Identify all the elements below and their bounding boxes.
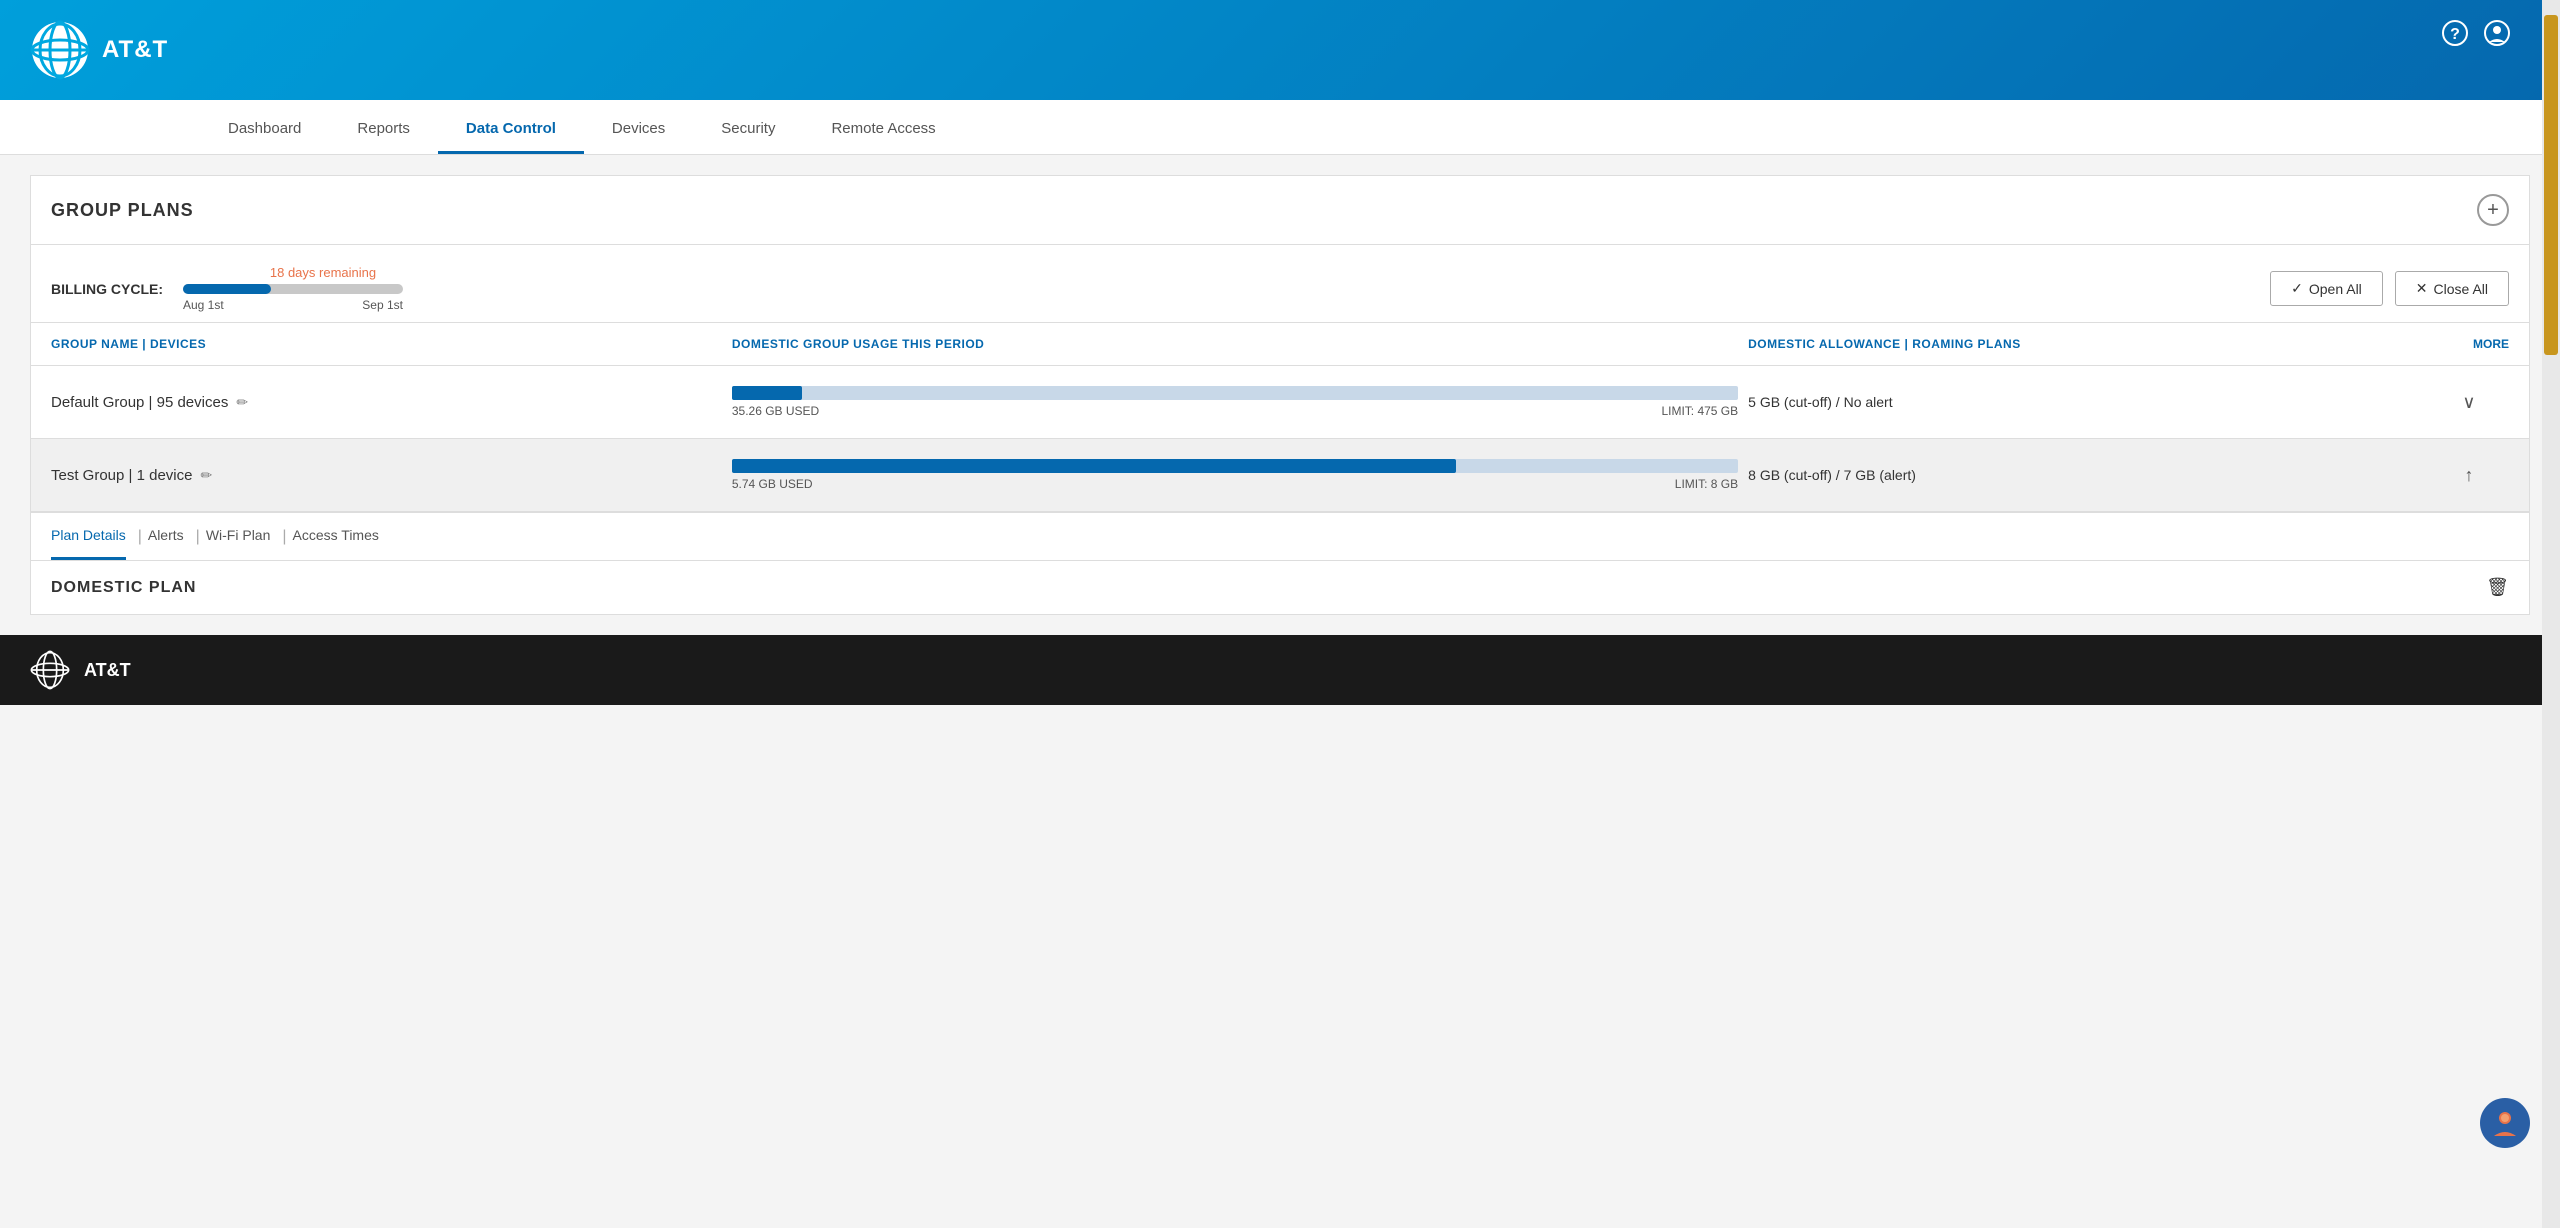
default-group-name: Default Group | 95 devices ✏ (51, 394, 722, 411)
tab-access-times[interactable]: Access Times (293, 513, 379, 560)
plan-details-section: Plan Details | Alerts | Wi-Fi Plan | Acc… (30, 513, 2530, 615)
test-group-usage: 5.74 GB USED LIMIT: 8 GB (732, 459, 1738, 491)
groups-table: GROUP NAME | DEVICES DOMESTIC GROUP USAG… (30, 323, 2530, 513)
col-more: MORE (2429, 337, 2509, 351)
support-chat-button[interactable] (2480, 1098, 2530, 1148)
att-logo-icon (30, 20, 90, 80)
nav-reports[interactable]: Reports (329, 106, 438, 154)
nav-data-control[interactable]: Data Control (438, 106, 584, 154)
app-header: AT&T ? (0, 0, 2560, 100)
main-nav: Dashboard Reports Data Control Devices S… (0, 100, 2560, 155)
test-usage-info: 5.74 GB USED LIMIT: 8 GB (732, 477, 1738, 491)
default-group-allowance: 5 GB (cut-off) / No alert (1748, 394, 2419, 410)
help-button[interactable]: ? (2442, 20, 2468, 52)
billing-left: BILLING CYCLE: 18 days remaining Aug 1st… (51, 265, 403, 312)
tab-alerts[interactable]: Alerts (148, 513, 184, 560)
section-header: GROUP PLANS + (30, 175, 2530, 245)
default-usage-limit: LIMIT: 475 GB (1661, 404, 1738, 418)
billing-actions: ✓ Open All ✕ Close All (2270, 271, 2509, 306)
table-row: Default Group | 95 devices ✏ 35.26 GB US… (31, 366, 2529, 439)
col-usage: DOMESTIC GROUP USAGE THIS PERIOD (732, 337, 1738, 351)
close-all-button[interactable]: ✕ Close All (2395, 271, 2509, 306)
footer-brand-name: AT&T (84, 660, 131, 681)
billing-start-date: Aug 1st (183, 298, 224, 312)
edit-default-group-icon[interactable]: ✏ (236, 394, 248, 411)
nav-dashboard[interactable]: Dashboard (200, 106, 329, 154)
svg-text:?: ? (2450, 26, 2460, 43)
test-usage-bar-fill (732, 459, 1457, 473)
open-all-button[interactable]: ✓ Open All (2270, 271, 2383, 306)
main-content: GROUP PLANS + BILLING CYCLE: 18 days rem… (0, 155, 2560, 635)
open-all-label: Open All (2309, 281, 2362, 297)
test-group-name: Test Group | 1 device ✏ (51, 467, 722, 484)
table-header: GROUP NAME | DEVICES DOMESTIC GROUP USAG… (31, 323, 2529, 366)
default-usage-bar-track (732, 386, 1738, 400)
collapse-test-group-button[interactable]: ↑ (2464, 465, 2473, 486)
plan-tabs: Plan Details | Alerts | Wi-Fi Plan | Acc… (31, 513, 2529, 561)
app-footer: AT&T (0, 635, 2560, 705)
expand-default-group-button[interactable]: ∨ (2462, 392, 2475, 413)
scrollbar[interactable] (2542, 0, 2560, 1228)
header-icons: ? (2442, 20, 2510, 52)
billing-area: BILLING CYCLE: 18 days remaining Aug 1st… (30, 245, 2530, 323)
default-usage-gb: 35.26 GB USED (732, 404, 819, 418)
billing-end-date: Sep 1st (362, 298, 403, 312)
section-title: GROUP PLANS (51, 200, 194, 221)
plan-details-header: DOMESTIC PLAN 🗑 (31, 561, 2529, 614)
tab-wifi-plan[interactable]: Wi-Fi Plan (206, 513, 271, 560)
nav-devices[interactable]: Devices (584, 106, 693, 154)
days-remaining-text: 18 days remaining (270, 265, 376, 280)
col-allowance: DOMESTIC ALLOWANCE | ROAMING PLANS (1748, 337, 2419, 351)
billing-progress-track (183, 284, 403, 294)
support-avatar-icon (2490, 1108, 2520, 1138)
brand-name: AT&T (102, 36, 168, 64)
billing-progress-fill (183, 284, 271, 294)
default-usage-bar-fill (732, 386, 802, 400)
close-icon: ✕ (2416, 280, 2428, 297)
test-usage-limit: LIMIT: 8 GB (1675, 477, 1738, 491)
logo-area: AT&T (30, 20, 168, 80)
nav-security[interactable]: Security (693, 106, 803, 154)
add-group-button[interactable]: + (2477, 194, 2509, 226)
billing-dates: Aug 1st Sep 1st (183, 298, 403, 312)
billing-label: BILLING CYCLE: (51, 281, 163, 297)
test-usage-bar-track (732, 459, 1738, 473)
scrollbar-thumb[interactable] (2544, 15, 2558, 355)
footer-att-logo-icon (30, 650, 70, 690)
delete-plan-button[interactable]: 🗑 (2486, 577, 2509, 598)
default-group-usage: 35.26 GB USED LIMIT: 475 GB (732, 386, 1738, 418)
nav-remote-access[interactable]: Remote Access (803, 106, 963, 154)
user-menu-button[interactable] (2484, 20, 2510, 52)
table-row: Test Group | 1 device ✏ 5.74 GB USED LIM… (31, 439, 2529, 512)
checkmark-icon: ✓ (2291, 280, 2303, 297)
domestic-plan-title: DOMESTIC PLAN (51, 579, 196, 597)
default-usage-info: 35.26 GB USED LIMIT: 475 GB (732, 404, 1738, 418)
close-all-label: Close All (2434, 281, 2488, 297)
test-usage-gb: 5.74 GB USED (732, 477, 813, 491)
billing-progress: 18 days remaining Aug 1st Sep 1st (183, 265, 403, 312)
test-group-allowance: 8 GB (cut-off) / 7 GB (alert) (1748, 467, 2419, 483)
tab-plan-details[interactable]: Plan Details (51, 513, 126, 560)
edit-test-group-icon[interactable]: ✏ (200, 467, 212, 484)
col-group-name: GROUP NAME | DEVICES (51, 337, 722, 351)
